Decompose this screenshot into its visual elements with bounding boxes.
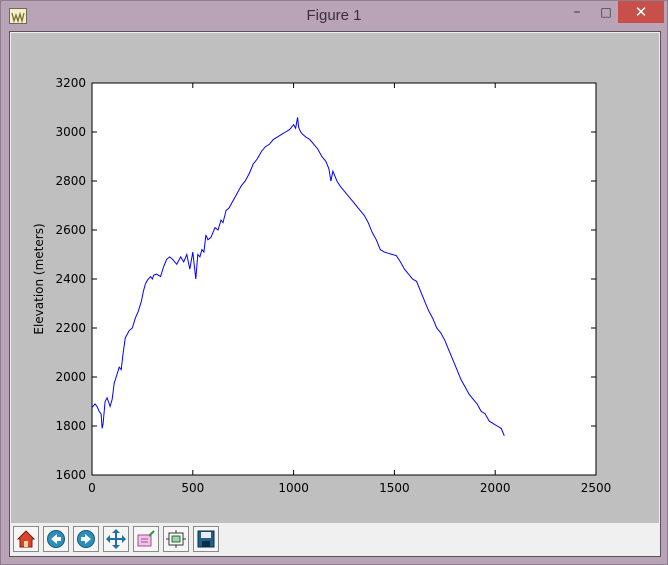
y-tick-label: 1600 (55, 468, 86, 482)
maximize-button[interactable]: □ (592, 1, 620, 23)
x-tick-label: 2000 (480, 481, 511, 495)
figure-client-area: 0 500 1000 1500 2000 2500 1600 1800 2000 2200 2400… (9, 31, 661, 557)
minimize-button[interactable]: – (563, 1, 591, 23)
y-tick-label: 2200 (55, 321, 86, 335)
axes-frame (91, 82, 597, 476)
forward-button[interactable] (73, 526, 99, 552)
zoom-rectangle-icon (137, 530, 155, 547)
x-tick-label: 2500 (581, 481, 612, 495)
zoom-button[interactable] (133, 526, 159, 552)
x-tick-label: 1500 (379, 481, 410, 495)
save-disk-icon (197, 530, 215, 548)
title-bar[interactable]: Figure 1 – □ ✕ (1, 1, 667, 31)
pan-button[interactable] (103, 526, 129, 552)
y-tick-label: 1800 (55, 419, 86, 433)
home-button[interactable] (13, 526, 39, 552)
subplots-icon (166, 530, 186, 548)
plot-svg: 0 500 1000 1500 2000 2500 1600 1800 2000 2200 2400… (11, 33, 659, 523)
x-tick-label: 500 (181, 481, 204, 495)
close-button[interactable]: ✕ (618, 1, 664, 23)
x-tick-label: 1000 (278, 481, 309, 495)
y-tick-label: 2400 (55, 272, 86, 286)
home-icon (16, 530, 36, 548)
figure-canvas[interactable]: 0 500 1000 1500 2000 2500 1600 1800 2000 2200 2400… (11, 33, 659, 523)
y-axis-label: Elevation (meters) (32, 223, 46, 334)
save-button[interactable] (193, 526, 219, 552)
y-tick-label: 2800 (55, 174, 86, 188)
figure-window: Figure 1 – □ ✕ 0 500 1000 1500 2000 2500 1600 1… (0, 0, 668, 565)
y-tick-label: 2600 (55, 223, 86, 237)
arrow-left-icon (47, 530, 65, 548)
navigation-toolbar (11, 523, 659, 555)
configure-subplots-button[interactable] (163, 526, 189, 552)
pan-move-icon (106, 529, 126, 549)
y-tick-label: 3200 (55, 76, 86, 90)
back-button[interactable] (43, 526, 69, 552)
y-tick-label: 3000 (55, 125, 86, 139)
arrow-right-icon (77, 530, 95, 548)
y-tick-label: 2000 (55, 370, 86, 384)
x-tick-label: 0 (88, 481, 96, 495)
